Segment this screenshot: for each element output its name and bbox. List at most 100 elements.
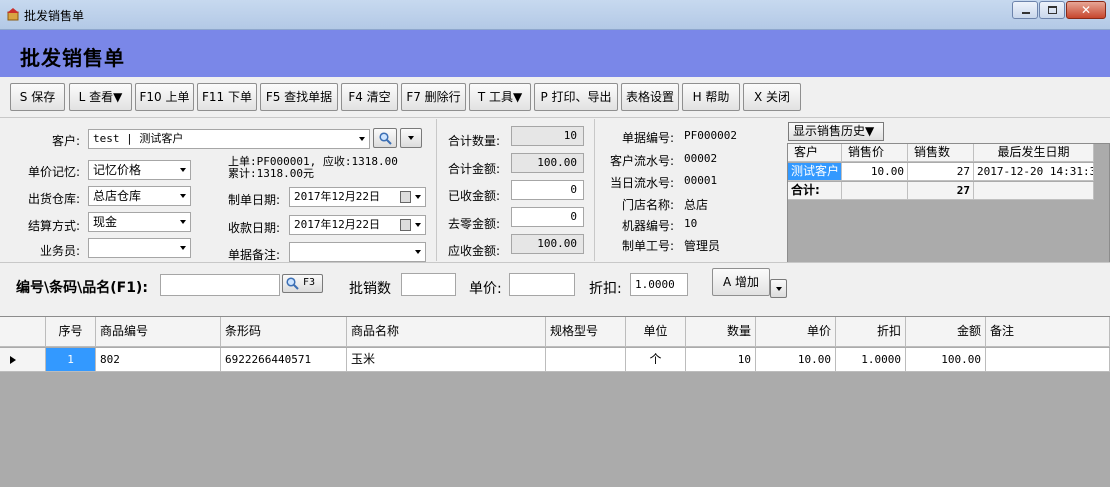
unit-price-label: 单价: [469,281,502,297]
table-cell-remark[interactable] [986,348,1110,372]
chevron-down-icon [408,136,414,140]
history-total-label: 合计: [788,182,842,200]
minimize-button[interactable] [1012,1,1038,19]
f3-search-button[interactable]: F3 [282,274,323,293]
staff-label: 业务员: [39,244,80,258]
history-header-customer: 客户 [788,144,842,162]
customer-dropdown-button[interactable] [400,128,422,148]
help-button[interactable]: H 帮助 [682,83,740,111]
batch-qty-input[interactable] [401,273,456,296]
f3-label: F3 [303,277,316,288]
column-header-amount[interactable]: 金额 [906,317,986,347]
view-button[interactable]: L 查看▼ [69,83,132,111]
add-options-button[interactable] [770,279,787,298]
table-cell-discount[interactable]: 1.0000 [836,348,906,372]
customer-search-button[interactable] [373,128,397,148]
table-cell-code[interactable]: 802 [96,348,221,372]
table-cell-name[interactable]: 玉米 [347,348,546,372]
delete-row-button[interactable]: F7 删除行 [401,83,466,111]
close-button[interactable]: X 关闭 [743,83,801,111]
code-input[interactable] [160,274,280,296]
column-header-remark[interactable]: 备注 [986,317,1110,347]
print-export-button[interactable]: P 打印、导出 [534,83,618,111]
table-settings-button[interactable]: 表格设置 [621,83,679,111]
table-cell-barcode[interactable]: 6922266440571 [221,348,347,372]
item-entry-bar: 编号\条码\品名(F1): F3 批销数 单价: 折扣: 1.0000 A 增加 [0,262,1110,312]
toolbar: S 保存 L 查看▼ F10 上单 F11 下单 F5 查找单据 F4 清空 F… [0,78,1110,118]
chevron-down-icon [180,220,186,224]
chevron-down-icon [415,223,421,227]
show-sales-history-button[interactable]: 显示销售历史▼ [788,122,884,141]
make-date-value: 2017年12月22日 [294,190,380,203]
maximize-icon [1048,6,1057,14]
history-cell-qty[interactable]: 27 [908,163,974,181]
machine-label: 机器编号: [621,219,674,233]
app-icon [7,8,19,21]
close-icon: ✕ [1080,3,1092,17]
customer-value: test | 测试客户 [93,132,184,145]
note-select[interactable] [289,242,426,262]
settle-label: 结算方式: [27,219,80,233]
table-cell-amount[interactable]: 100.00 [906,348,986,372]
column-header-index[interactable]: 序号 [46,317,96,347]
window-titlebar: 批发销售单 ✕ [0,0,1110,30]
window-title: 批发销售单 [24,9,85,23]
save-button[interactable]: S 保存 [10,83,65,111]
maximize-button[interactable] [1039,1,1065,19]
table-cell-price[interactable]: 10.00 [756,348,836,372]
history-total-cell [842,182,908,200]
bill-form: 客户: test | 测试客户 单价记忆: 记忆价格 出货仓库: 总店仓库 结算… [0,119,1110,263]
history-cell-customer[interactable]: 测试客户 [788,163,842,181]
clear-button[interactable]: F4 清空 [341,83,398,111]
make-date-picker[interactable]: 2017年12月22日 [289,187,426,207]
table-cell-unit[interactable]: 个 [626,348,686,372]
machine-value: 10 [684,217,698,230]
history-cell-date[interactable]: 2017-12-20 14:31:31 [974,163,1094,181]
table-cell-spec[interactable] [546,348,626,372]
received-amount-label: 已收金额: [448,189,501,203]
history-total-qty: 27 [908,182,974,200]
column-header-unit[interactable]: 单位 [626,317,686,347]
find-bill-button[interactable]: F5 查找单据 [260,83,338,111]
divider [594,119,595,261]
prev-bill-button[interactable]: F10 上单 [135,83,194,111]
table-cell-qty[interactable]: 10 [686,348,756,372]
store-value: 总店 [684,198,709,212]
next-bill-button[interactable]: F11 下单 [197,83,257,111]
chevron-down-icon [180,246,186,250]
settle-select[interactable]: 现金 [88,212,191,232]
table-cell-index[interactable]: 1 [46,348,96,372]
price-memory-value: 记忆价格 [93,163,142,177]
calendar-icon [400,219,411,231]
column-header-qty[interactable]: 数量 [686,317,756,347]
warehouse-value: 总店仓库 [93,189,142,203]
column-header-spec[interactable]: 规格型号 [546,317,626,347]
close-window-button[interactable]: ✕ [1066,1,1106,19]
tools-button[interactable]: T 工具▼ [469,83,531,111]
history-total-cell [974,182,1094,200]
chevron-down-icon [180,168,186,172]
price-memory-select[interactable]: 记忆价格 [88,160,191,180]
staff-select[interactable] [88,238,191,258]
customer-select[interactable]: test | 测试客户 [88,129,370,149]
warehouse-select[interactable]: 总店仓库 [88,186,191,206]
warehouse-label: 出货仓库: [27,192,80,206]
page-header: 批发销售单 [0,30,1110,77]
column-header-code[interactable]: 商品编号 [96,317,221,347]
rounding-amount-input[interactable]: 0 [511,207,584,227]
day-flow-label: 当日流水号: [609,176,674,190]
history-cell-price[interactable]: 10.00 [842,163,908,181]
pay-date-picker[interactable]: 2017年12月22日 [289,215,426,235]
row-indicator[interactable] [0,348,46,372]
column-header-price[interactable]: 单价 [756,317,836,347]
column-header-name[interactable]: 商品名称 [347,317,546,347]
batch-qty-label: 批销数 [349,281,391,297]
history-header-date: 最后发生日期 [974,144,1094,162]
add-item-button[interactable]: A 增加 [712,268,770,296]
discount-input[interactable]: 1.0000 [630,273,688,296]
column-header-barcode[interactable]: 条形码 [221,317,347,347]
unit-price-input[interactable] [509,273,575,296]
column-header-discount[interactable]: 折扣 [836,317,906,347]
customer-label: 客户: [51,134,80,148]
received-amount-input[interactable]: 0 [511,180,584,200]
